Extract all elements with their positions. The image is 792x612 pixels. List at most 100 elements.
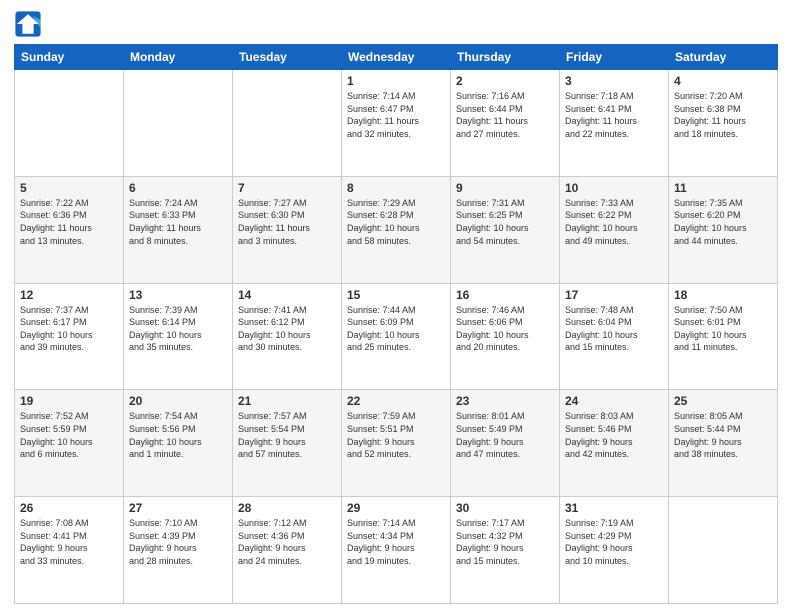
day-number: 25: [674, 394, 772, 408]
calendar-cell: 19 Sunrise: 7:52 AM Sunset: 5:59 PM Dayli…: [15, 390, 124, 497]
day-info: Sunrise: 7:57 AM Sunset: 5:54 PM Dayligh…: [238, 410, 336, 460]
page: SundayMondayTuesdayWednesdayThursdayFrid…: [0, 0, 792, 612]
calendar-cell: 31 Sunrise: 7:19 AM Sunset: 4:29 PM Dayli…: [560, 497, 669, 604]
calendar-cell: 26 Sunrise: 7:08 AM Sunset: 4:41 PM Dayli…: [15, 497, 124, 604]
day-info: Sunrise: 7:31 AM Sunset: 6:25 PM Dayligh…: [456, 197, 554, 247]
calendar-cell: 28Sunrise: 7:12 AM Sunset: 4:36 PM Dayli…: [233, 497, 342, 604]
day-number: 13: [129, 288, 227, 302]
day-info: Sunrise: 7:16 AM Sunset: 6:44 PM Dayligh…: [456, 90, 554, 140]
calendar-cell: 6Sunrise: 7:24 AM Sunset: 6:33 PM Daylig…: [124, 176, 233, 283]
day-info: Sunrise: 7:18 AM Sunset: 6:41 PM Dayligh…: [565, 90, 663, 140]
calendar-header-thursday: Thursday: [451, 45, 560, 70]
day-number: 19: [20, 394, 118, 408]
calendar-cell: [669, 497, 778, 604]
calendar-cell: 7Sunrise: 7:27 AM Sunset: 6:30 PM Daylig…: [233, 176, 342, 283]
day-info: Sunrise: 7:20 AM Sunset: 6:38 PM Dayligh…: [674, 90, 772, 140]
day-number: 5: [20, 181, 118, 195]
day-info: Sunrise: 7:27 AM Sunset: 6:30 PM Dayligh…: [238, 197, 336, 247]
day-number: 2: [456, 74, 554, 88]
calendar-cell: 2 Sunrise: 7:16 AM Sunset: 6:44 PM Daylig…: [451, 70, 560, 177]
calendar-table: SundayMondayTuesdayWednesdayThursdayFrid…: [14, 44, 778, 604]
calendar-week-0: 1 Sunrise: 7:14 AM Sunset: 6:47 PM Daylig…: [15, 70, 778, 177]
calendar-week-3: 19 Sunrise: 7:52 AM Sunset: 5:59 PM Dayli…: [15, 390, 778, 497]
day-info: Sunrise: 7:37 AM Sunset: 6:17 PM Dayligh…: [20, 304, 118, 354]
day-info: Sunrise: 7:29 AM Sunset: 6:28 PM Dayligh…: [347, 197, 445, 247]
calendar-cell: 3 Sunrise: 7:18 AM Sunset: 6:41 PM Daylig…: [560, 70, 669, 177]
calendar-cell: 4 Sunrise: 7:20 AM Sunset: 6:38 PM Daylig…: [669, 70, 778, 177]
calendar-cell: 14 Sunrise: 7:41 AM Sunset: 6:12 PM Dayli…: [233, 283, 342, 390]
day-number: 17: [565, 288, 663, 302]
calendar-week-2: 12 Sunrise: 7:37 AM Sunset: 6:17 PM Dayli…: [15, 283, 778, 390]
day-number: 1: [347, 74, 445, 88]
day-number: 12: [20, 288, 118, 302]
day-info: Sunrise: 7:44 AM Sunset: 6:09 PM Dayligh…: [347, 304, 445, 354]
day-number: 18: [674, 288, 772, 302]
calendar-header-sunday: Sunday: [15, 45, 124, 70]
calendar-cell: 24 Sunrise: 8:03 AM Sunset: 5:46 PM Dayli…: [560, 390, 669, 497]
calendar-cell: 21Sunrise: 7:57 AM Sunset: 5:54 PM Dayli…: [233, 390, 342, 497]
day-info: Sunrise: 7:14 AM Sunset: 6:47 PM Dayligh…: [347, 90, 445, 140]
day-info: Sunrise: 7:52 AM Sunset: 5:59 PM Dayligh…: [20, 410, 118, 460]
logo-icon: [14, 10, 42, 38]
calendar-header-monday: Monday: [124, 45, 233, 70]
day-info: Sunrise: 7:22 AM Sunset: 6:36 PM Dayligh…: [20, 197, 118, 247]
day-number: 31: [565, 501, 663, 515]
day-info: Sunrise: 7:14 AM Sunset: 4:34 PM Dayligh…: [347, 517, 445, 567]
day-info: Sunrise: 7:19 AM Sunset: 4:29 PM Dayligh…: [565, 517, 663, 567]
calendar-cell: 11 Sunrise: 7:35 AM Sunset: 6:20 PM Dayli…: [669, 176, 778, 283]
calendar-cell: 18Sunrise: 7:50 AM Sunset: 6:01 PM Dayli…: [669, 283, 778, 390]
day-number: 4: [674, 74, 772, 88]
calendar-cell: [15, 70, 124, 177]
day-info: Sunrise: 8:03 AM Sunset: 5:46 PM Dayligh…: [565, 410, 663, 460]
calendar-header-saturday: Saturday: [669, 45, 778, 70]
day-number: 11: [674, 181, 772, 195]
day-info: Sunrise: 8:01 AM Sunset: 5:49 PM Dayligh…: [456, 410, 554, 460]
day-number: 20: [129, 394, 227, 408]
day-number: 28: [238, 501, 336, 515]
day-info: Sunrise: 7:54 AM Sunset: 5:56 PM Dayligh…: [129, 410, 227, 460]
calendar-cell: 13 Sunrise: 7:39 AM Sunset: 6:14 PM Dayli…: [124, 283, 233, 390]
calendar-cell: 17 Sunrise: 7:48 AM Sunset: 6:04 PM Dayli…: [560, 283, 669, 390]
day-number: 26: [20, 501, 118, 515]
calendar-week-4: 26 Sunrise: 7:08 AM Sunset: 4:41 PM Dayli…: [15, 497, 778, 604]
calendar-cell: 25 Sunrise: 8:05 AM Sunset: 5:44 PM Dayli…: [669, 390, 778, 497]
day-number: 9: [456, 181, 554, 195]
day-number: 24: [565, 394, 663, 408]
day-number: 27: [129, 501, 227, 515]
day-info: Sunrise: 7:48 AM Sunset: 6:04 PM Dayligh…: [565, 304, 663, 354]
calendar-cell: 20 Sunrise: 7:54 AM Sunset: 5:56 PM Dayli…: [124, 390, 233, 497]
calendar-cell: 1 Sunrise: 7:14 AM Sunset: 6:47 PM Daylig…: [342, 70, 451, 177]
calendar-cell: [124, 70, 233, 177]
day-info: Sunrise: 7:10 AM Sunset: 4:39 PM Dayligh…: [129, 517, 227, 567]
calendar-cell: 23 Sunrise: 8:01 AM Sunset: 5:49 PM Dayli…: [451, 390, 560, 497]
day-info: Sunrise: 8:05 AM Sunset: 5:44 PM Dayligh…: [674, 410, 772, 460]
header: [14, 10, 778, 38]
day-info: Sunrise: 7:17 AM Sunset: 4:32 PM Dayligh…: [456, 517, 554, 567]
day-info: Sunrise: 7:46 AM Sunset: 6:06 PM Dayligh…: [456, 304, 554, 354]
day-number: 30: [456, 501, 554, 515]
day-info: Sunrise: 7:41 AM Sunset: 6:12 PM Dayligh…: [238, 304, 336, 354]
day-number: 15: [347, 288, 445, 302]
day-info: Sunrise: 7:59 AM Sunset: 5:51 PM Dayligh…: [347, 410, 445, 460]
day-number: 8: [347, 181, 445, 195]
calendar-cell: 29Sunrise: 7:14 AM Sunset: 4:34 PM Dayli…: [342, 497, 451, 604]
calendar-header-tuesday: Tuesday: [233, 45, 342, 70]
day-number: 3: [565, 74, 663, 88]
calendar-cell: 15 Sunrise: 7:44 AM Sunset: 6:09 PM Dayli…: [342, 283, 451, 390]
calendar-cell: 9 Sunrise: 7:31 AM Sunset: 6:25 PM Daylig…: [451, 176, 560, 283]
calendar-cell: 10Sunrise: 7:33 AM Sunset: 6:22 PM Dayli…: [560, 176, 669, 283]
calendar-header-wednesday: Wednesday: [342, 45, 451, 70]
day-number: 10: [565, 181, 663, 195]
day-info: Sunrise: 7:08 AM Sunset: 4:41 PM Dayligh…: [20, 517, 118, 567]
day-number: 16: [456, 288, 554, 302]
day-info: Sunrise: 7:35 AM Sunset: 6:20 PM Dayligh…: [674, 197, 772, 247]
calendar-week-1: 5 Sunrise: 7:22 AM Sunset: 6:36 PM Daylig…: [15, 176, 778, 283]
day-info: Sunrise: 7:39 AM Sunset: 6:14 PM Dayligh…: [129, 304, 227, 354]
calendar-cell: 27 Sunrise: 7:10 AM Sunset: 4:39 PM Dayli…: [124, 497, 233, 604]
calendar-cell: 12 Sunrise: 7:37 AM Sunset: 6:17 PM Dayli…: [15, 283, 124, 390]
calendar-header-row: SundayMondayTuesdayWednesdayThursdayFrid…: [15, 45, 778, 70]
day-number: 14: [238, 288, 336, 302]
day-info: Sunrise: 7:24 AM Sunset: 6:33 PM Dayligh…: [129, 197, 227, 247]
calendar-cell: 30 Sunrise: 7:17 AM Sunset: 4:32 PM Dayli…: [451, 497, 560, 604]
day-number: 23: [456, 394, 554, 408]
